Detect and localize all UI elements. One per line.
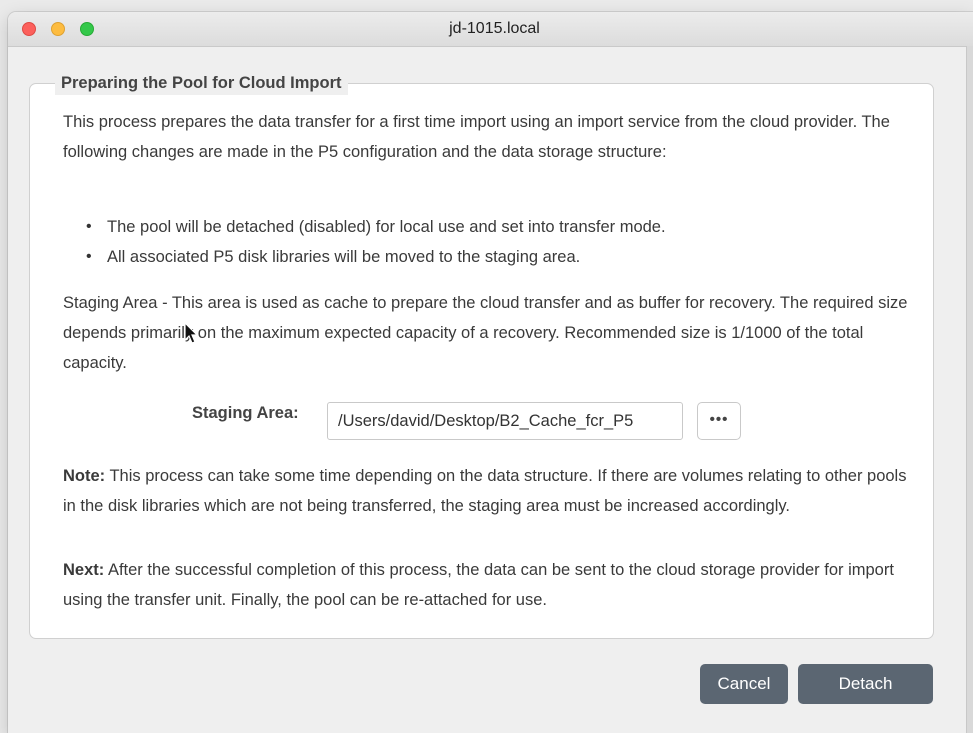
next-label: Next: [63,561,105,579]
next-text: Next: After the successful completion of… [63,555,923,615]
title-bar[interactable]: jd-1015.local [8,12,973,47]
next-body: After the successful completion of this … [63,561,894,609]
cancel-button[interactable]: Cancel [700,664,788,704]
staging-area-label: Staging Area: [192,404,299,422]
panel-legend: Preparing the Pool for Cloud Import [55,71,348,95]
note-body: This process can take some time dependin… [63,467,907,515]
intro-text: This process prepares the data transfer … [63,113,890,161]
list-item: All associated P5 disk libraries will be… [86,242,666,272]
window-edge [966,46,973,733]
mouse-cursor-icon [184,322,199,344]
browse-button[interactable]: ••• [697,402,741,440]
detach-button[interactable]: Detach [798,664,933,704]
dialog-window: jd-1015.local Preparing the Pool for Clo… [8,12,973,733]
window-title: jd-1015.local [449,20,540,37]
note-text: Note: This process can take some time de… [63,461,923,521]
note-label: Note: [63,467,106,485]
staging-area-input[interactable] [327,402,683,440]
change-list: The pool will be detached (disabled) for… [86,212,666,272]
list-item: The pool will be detached (disabled) for… [86,212,666,242]
